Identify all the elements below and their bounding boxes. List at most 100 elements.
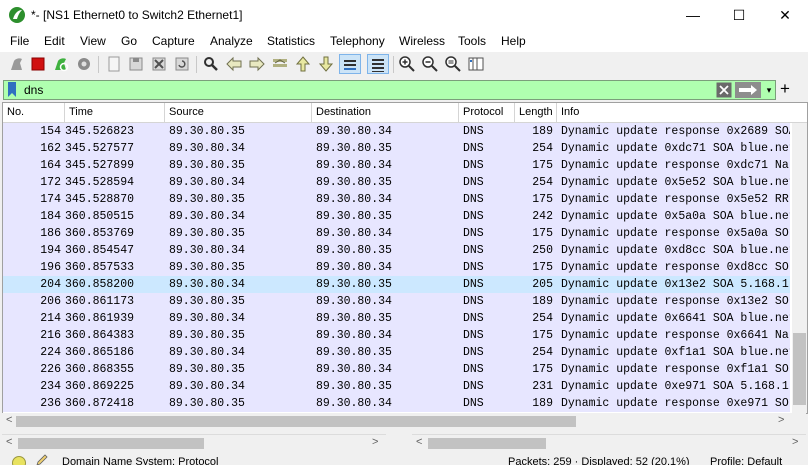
bytes-scroll-right-arrow[interactable]: > bbox=[792, 436, 798, 448]
packet-list-vertical-scrollbar[interactable] bbox=[792, 123, 807, 413]
edit-comment-icon[interactable] bbox=[36, 454, 48, 465]
column-header-no[interactable]: No. bbox=[3, 103, 65, 122]
menu-statistics[interactable]: Statistics bbox=[267, 34, 315, 48]
bytes-scroll-thumb[interactable] bbox=[428, 438, 546, 449]
packet-row[interactable]: 224 360.865186 89.30.80.34 89.30.80.35 DNS 25… bbox=[3, 344, 790, 361]
packet-row[interactable]: 162 345.527577 89.30.80.34 89.30.80.35 DNS 25… bbox=[3, 140, 790, 157]
capture-options-icon[interactable] bbox=[75, 55, 93, 73]
close-file-icon[interactable] bbox=[150, 55, 168, 73]
packet-info: Dynamic update response 0xdc71 Na bbox=[561, 159, 789, 172]
scroll-left-arrow[interactable]: < bbox=[6, 414, 12, 426]
menu-view[interactable]: View bbox=[80, 34, 106, 48]
expert-info-led-icon[interactable] bbox=[12, 456, 26, 465]
packet-time: 345.526823 bbox=[65, 125, 135, 138]
bytes-scroll-left-arrow[interactable]: < bbox=[416, 436, 422, 448]
reload-file-icon[interactable] bbox=[173, 55, 191, 73]
packet-time: 345.527577 bbox=[65, 142, 135, 155]
column-header-info[interactable]: Info bbox=[557, 103, 807, 122]
go-to-packet-icon[interactable] bbox=[271, 55, 289, 73]
shark-fin-start-icon[interactable] bbox=[8, 55, 26, 73]
go-forward-icon[interactable] bbox=[248, 55, 266, 73]
packet-info: Dynamic update response 0xf1a1 SO bbox=[561, 363, 789, 376]
clear-filter-icon[interactable] bbox=[716, 82, 732, 98]
packet-info: Dynamic update 0xe971 SOA 5.168.1 bbox=[561, 380, 789, 393]
colorize-icon[interactable] bbox=[367, 54, 389, 74]
menu-telephony[interactable]: Telephony bbox=[330, 34, 385, 48]
add-filter-button[interactable]: + bbox=[778, 79, 792, 99]
column-header-time[interactable]: Time bbox=[65, 103, 165, 122]
packet-destination: 89.30.80.35 bbox=[316, 176, 392, 189]
horizontal-scroll-thumb[interactable] bbox=[16, 416, 576, 427]
zoom-normal-icon[interactable] bbox=[444, 55, 462, 73]
menu-go[interactable]: Go bbox=[121, 34, 137, 48]
restart-capture-icon[interactable] bbox=[52, 55, 70, 73]
toolbar-separator bbox=[393, 56, 394, 73]
packet-row[interactable]: 154 345.526823 89.30.80.35 89.30.80.34 DNS 18… bbox=[3, 123, 790, 140]
packet-row[interactable]: 234 360.869225 89.30.80.34 89.30.80.35 DNS 23… bbox=[3, 378, 790, 395]
packet-row[interactable]: 164 345.527899 89.30.80.35 89.30.80.34 DNS 17… bbox=[3, 157, 790, 174]
packet-info: Dynamic update response 0x2689 SOA bbox=[561, 125, 790, 138]
packet-row[interactable]: 236 360.872418 89.30.80.35 89.30.80.34 DNS 18… bbox=[3, 395, 790, 412]
menu-analyze[interactable]: Analyze bbox=[210, 34, 253, 48]
filter-history-dropdown[interactable]: ▾ bbox=[764, 83, 774, 97]
maximize-button[interactable]: ☐ bbox=[716, 0, 762, 30]
find-packet-icon[interactable] bbox=[202, 55, 220, 73]
packet-row[interactable]: 186 360.853769 89.30.80.35 89.30.80.34 DNS 17… bbox=[3, 225, 790, 242]
scroll-right-arrow[interactable]: > bbox=[778, 414, 784, 426]
packet-row[interactable]: 206 360.861173 89.30.80.35 89.30.80.34 DNS 18… bbox=[3, 293, 790, 310]
packet-row[interactable]: 214 360.861939 89.30.80.34 89.30.80.35 DNS 25… bbox=[3, 310, 790, 327]
details-scroll-thumb[interactable] bbox=[18, 438, 204, 449]
packet-time: 360.869225 bbox=[65, 380, 135, 393]
save-file-icon[interactable] bbox=[127, 55, 145, 73]
menu-wireless[interactable]: Wireless bbox=[399, 34, 445, 48]
vertical-scroll-thumb[interactable] bbox=[793, 333, 806, 405]
menu-edit[interactable]: Edit bbox=[44, 34, 65, 48]
packet-length: 189 bbox=[532, 397, 553, 410]
display-filter-input[interactable] bbox=[24, 81, 704, 99]
bookmark-icon[interactable] bbox=[7, 82, 17, 97]
column-header-length[interactable]: Length bbox=[515, 103, 557, 122]
details-pane-scrollbar[interactable]: < > bbox=[2, 434, 386, 451]
stop-square-icon[interactable] bbox=[29, 55, 47, 73]
packet-row[interactable]: 196 360.857533 89.30.80.35 89.30.80.34 DNS 17… bbox=[3, 259, 790, 276]
packet-protocol: DNS bbox=[463, 142, 484, 155]
column-header-source[interactable]: Source bbox=[165, 103, 312, 122]
column-header-destination[interactable]: Destination bbox=[312, 103, 459, 122]
bytes-pane-scrollbar[interactable]: < > bbox=[412, 434, 806, 451]
menu-tools[interactable]: Tools bbox=[458, 34, 486, 48]
go-last-packet-icon[interactable] bbox=[317, 55, 335, 73]
zoom-in-icon[interactable] bbox=[398, 55, 416, 73]
title-bar: *- [NS1 Ethernet0 to Switch2 Ethernet1] … bbox=[0, 0, 808, 30]
packet-row[interactable]: 184 360.850515 89.30.80.34 89.30.80.35 DNS 24… bbox=[3, 208, 790, 225]
packet-row[interactable]: 172 345.528594 89.30.80.34 89.30.80.35 DNS 25… bbox=[3, 174, 790, 191]
packet-length: 175 bbox=[532, 261, 553, 274]
menu-file[interactable]: File bbox=[10, 34, 29, 48]
details-scroll-right-arrow[interactable]: > bbox=[372, 436, 378, 448]
zoom-out-icon[interactable] bbox=[421, 55, 439, 73]
menu-help[interactable]: Help bbox=[501, 34, 526, 48]
go-back-icon[interactable] bbox=[225, 55, 243, 73]
menu-capture[interactable]: Capture bbox=[152, 34, 195, 48]
open-file-icon[interactable] bbox=[105, 55, 123, 73]
minimize-button[interactable]: — bbox=[670, 0, 716, 30]
packet-destination: 89.30.80.34 bbox=[316, 227, 392, 240]
packet-info: Dynamic update response 0x13e2 SO bbox=[561, 295, 789, 308]
packet-destination: 89.30.80.34 bbox=[316, 159, 392, 172]
close-button[interactable]: ✕ bbox=[762, 0, 808, 30]
go-first-packet-icon[interactable] bbox=[294, 55, 312, 73]
packet-row[interactable]: 204 360.858200 89.30.80.34 89.30.80.35 DNS 20… bbox=[3, 276, 790, 293]
display-filter-bar: ▾ bbox=[3, 80, 776, 100]
status-profile[interactable]: Profile: Default bbox=[710, 456, 782, 465]
auto-scroll-icon[interactable] bbox=[339, 54, 361, 74]
packet-row[interactable]: 174 345.528870 89.30.80.35 89.30.80.34 DNS 17… bbox=[3, 191, 790, 208]
packet-row[interactable]: 226 360.868355 89.30.80.35 89.30.80.34 DNS 17… bbox=[3, 361, 790, 378]
packet-protocol: DNS bbox=[463, 278, 484, 291]
packet-number: 186 bbox=[40, 227, 61, 240]
packet-list-horizontal-scrollbar[interactable]: < > bbox=[2, 413, 806, 429]
packet-row[interactable]: 194 360.854547 89.30.80.34 89.30.80.35 DNS 25… bbox=[3, 242, 790, 259]
column-header-protocol[interactable]: Protocol bbox=[459, 103, 515, 122]
packet-row[interactable]: 216 360.864383 89.30.80.35 89.30.80.34 DNS 17… bbox=[3, 327, 790, 344]
resize-columns-icon[interactable] bbox=[467, 55, 485, 73]
apply-filter-arrow-icon[interactable] bbox=[735, 82, 761, 98]
details-scroll-left-arrow[interactable]: < bbox=[6, 436, 12, 448]
